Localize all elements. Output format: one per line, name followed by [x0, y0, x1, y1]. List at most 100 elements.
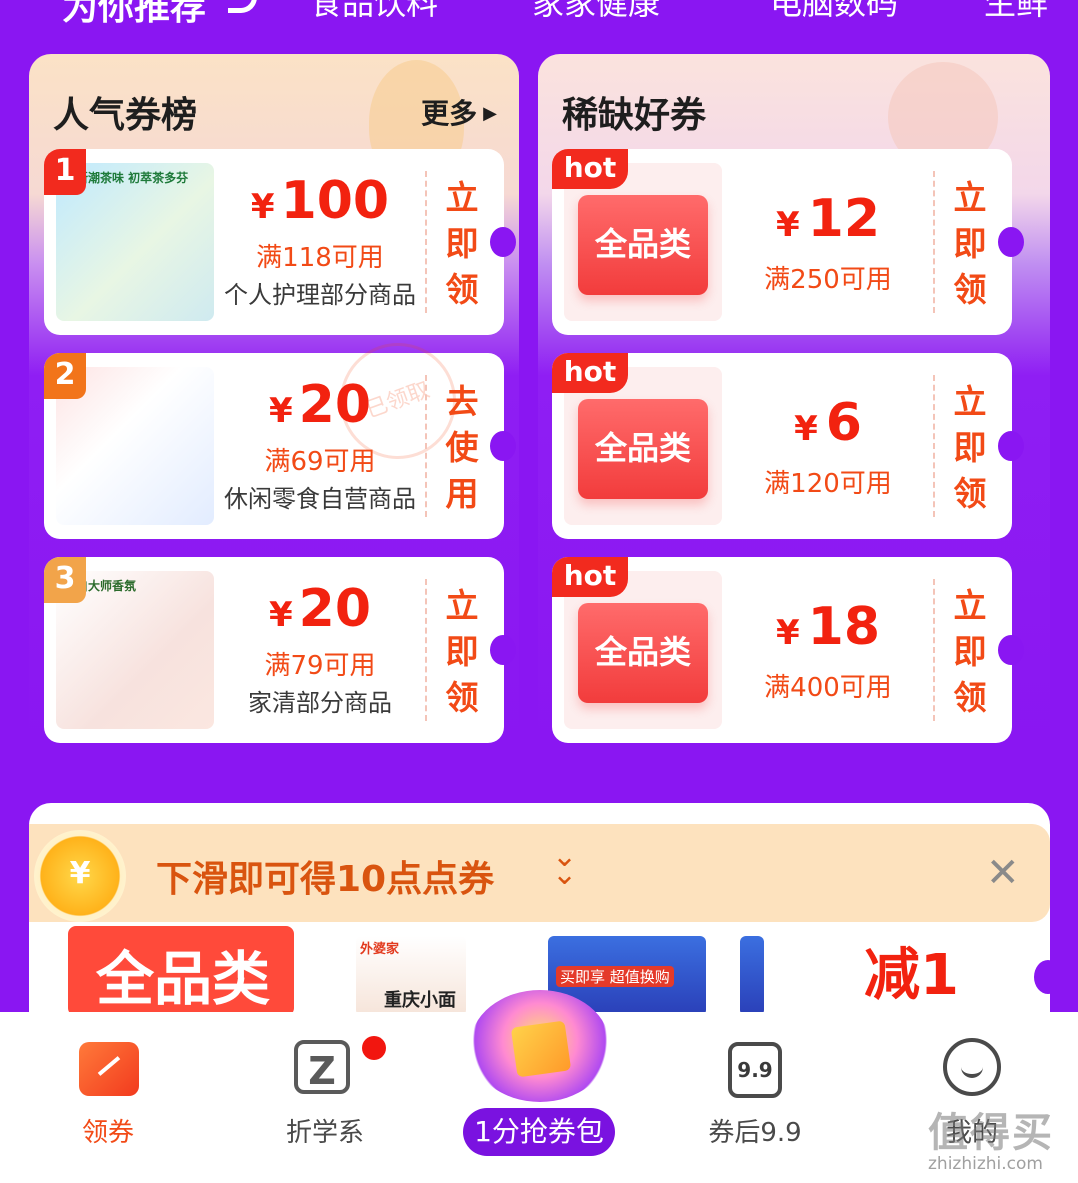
cta-char: 即: [953, 224, 987, 263]
coupon-pack-gift-icon[interactable]: [470, 990, 610, 1102]
dashed-divider: [425, 171, 427, 313]
cta-char: 领: [445, 270, 479, 309]
nav-label: 领券: [81, 1118, 134, 1148]
cta-char: 领: [445, 678, 479, 717]
use-button[interactable]: 去 使 用: [436, 379, 488, 517]
cta-char: 立: [953, 382, 987, 421]
currency-symbol: ¥: [268, 595, 293, 635]
more-button[interactable]: 更多 ▶: [421, 92, 497, 132]
rank-badge: 3: [44, 557, 86, 603]
amount-value: 6: [825, 393, 862, 453]
double-chevron-down-icon: ⌄ ⌄: [552, 839, 578, 892]
coupon-scope: 个人护理部分商品: [224, 281, 416, 309]
panel-title: 稀缺好券: [562, 95, 707, 136]
all-category-ticket-icon: 全品类: [68, 926, 294, 1016]
coupon-amount: ¥6: [728, 393, 928, 453]
claim-button[interactable]: 立 即 领: [944, 583, 996, 721]
ticket-notch: [490, 431, 516, 461]
discount-text: 减1: [864, 943, 959, 1008]
coupon-card[interactable]: 全品类 hot ¥6 满120可用 立 即 领: [552, 353, 1024, 539]
coin-symbol: ¥: [69, 856, 91, 891]
ticket-notch: [1034, 960, 1062, 994]
more-label: 更多: [421, 97, 478, 130]
cta-char: 即: [445, 224, 479, 263]
cta-char: 即: [953, 428, 987, 467]
tab-fresh[interactable]: 生鲜: [984, 0, 1048, 24]
coupon-card[interactable]: 全品类 hot ¥18 满400可用 立 即 领: [552, 557, 1024, 743]
coupon-card[interactable]: 立白大师香氛 3 ¥20 满79可用 家清部分商品 立 即 领: [44, 557, 516, 743]
product-label: 重庆小面: [384, 990, 456, 1011]
cta-char: 立: [445, 586, 479, 625]
price-99-icon: 9.9: [728, 1042, 782, 1098]
currency-symbol: ¥: [775, 205, 800, 245]
ticket-notch: [998, 635, 1024, 665]
close-icon[interactable]: ✕: [986, 850, 1020, 896]
coupon-condition: 满69可用: [264, 447, 376, 477]
all-category-ticket-icon: 全品类: [578, 399, 708, 499]
all-category-ticket-icon: 全品类: [578, 195, 708, 295]
amount-value: 12: [807, 189, 881, 249]
watermark-logo: 值得买: [928, 1110, 1054, 1156]
hot-badge: hot: [552, 557, 628, 597]
all-category-ticket-icon: 全品类: [578, 603, 708, 703]
dashed-divider: [933, 375, 935, 517]
popular-coupons-panel: 人气券榜 更多 ▶ 清新潮茶味 初萃茶多芬 1 ¥100 满118可用 个人护理部…: [29, 54, 519, 754]
coupon-card[interactable]: 2 已领取 ¥20 满69可用 休闲零食自营商品 去 使 用: [44, 326, 516, 539]
ticket-label: 全品类: [96, 945, 271, 1013]
watermark: 值得买 zhizhizhi.com: [924, 1100, 1074, 1176]
cta-char: 即: [953, 632, 987, 671]
ticket-label: 全品类: [594, 633, 691, 671]
product-image[interactable]: [740, 936, 764, 1016]
cta-char: 领: [953, 678, 987, 717]
amount-value: 18: [807, 597, 881, 657]
coupon-card[interactable]: 清新潮茶味 初萃茶多芬 1 ¥100 满118可用 个人护理部分商品 立 即 领: [44, 149, 516, 335]
coupon-amount: ¥20: [212, 579, 428, 639]
claim-button[interactable]: 立 即 领: [436, 583, 488, 721]
claim-button[interactable]: 立 即 领: [944, 175, 996, 313]
nav-label: 券后9.9: [708, 1118, 802, 1148]
ticket-notch: [490, 227, 516, 257]
z-logo-icon: Z: [294, 1040, 350, 1094]
cta-char: 立: [953, 586, 987, 625]
tab-health[interactable]: 家家健康: [532, 0, 660, 24]
dashed-divider: [425, 375, 427, 517]
ticket-label: 全品类: [594, 429, 691, 467]
hot-badge: hot: [552, 149, 628, 189]
coupon-condition: 满118可用: [256, 243, 384, 273]
rank-badge: 2: [44, 353, 86, 399]
coupon-icon: [79, 1042, 139, 1096]
coupon-card[interactable]: 全品类 hot ¥12 满250可用 立 即 领: [552, 149, 1024, 335]
tab-digital[interactable]: 电脑数码: [770, 0, 898, 24]
scarce-coupons-panel: 稀缺好券 全品类 hot ¥12 满250可用 立 即 领 全品类 hot ¥6…: [538, 54, 1050, 754]
product-image[interactable]: 外婆家 重庆小面: [356, 936, 466, 1016]
amount-value: 20: [298, 579, 372, 639]
cta-char: 立: [445, 178, 479, 217]
currency-symbol: ¥: [775, 613, 800, 653]
cta-char: 领: [953, 270, 987, 309]
coupon-amount: ¥20: [212, 375, 428, 435]
cta-char: 领: [953, 474, 987, 513]
ticket-notch: [998, 431, 1024, 461]
tab-active-indicator: [228, 0, 257, 13]
claim-button[interactable]: 立 即 领: [944, 379, 996, 517]
nav-label: 折学系: [285, 1118, 364, 1148]
hot-badge: hot: [552, 353, 628, 393]
rank-badge: 1: [44, 149, 86, 195]
coupon-condition: 满79可用: [264, 651, 376, 681]
cta-char: 使: [445, 428, 479, 467]
one-cent-coupon-pack-button[interactable]: 1分抢券包: [463, 1108, 615, 1156]
coupon-scope: 休闲零食自营商品: [224, 485, 416, 513]
tab-recommend[interactable]: 为你推荐: [62, 0, 206, 30]
tab-food[interactable]: 食品饮料: [310, 0, 438, 24]
coupon-condition: 满400可用: [764, 673, 892, 703]
coupon-amount: ¥100: [212, 171, 428, 231]
coin-icon: ¥: [34, 830, 126, 922]
product-brand: 外婆家: [360, 942, 400, 957]
triangle-right-icon: ▶: [483, 103, 497, 124]
claim-button[interactable]: 立 即 领: [436, 175, 488, 313]
coupon-scope: 家清部分商品: [248, 689, 392, 717]
coupon-condition: 满120可用: [764, 469, 892, 499]
amount-value: 100: [280, 171, 390, 231]
product-label: 买即享 超值换购: [556, 966, 674, 987]
smile-face-icon: [943, 1038, 1001, 1096]
